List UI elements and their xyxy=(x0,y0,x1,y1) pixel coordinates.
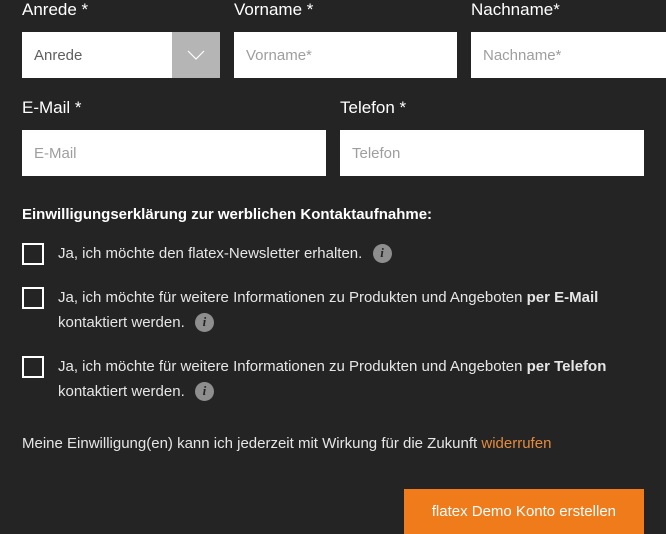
chevron-down-icon xyxy=(172,32,220,78)
info-icon[interactable]: i xyxy=(195,382,214,401)
consent-text-email: Ja, ich möchte für weitere Informationen… xyxy=(58,285,644,336)
label-anrede: Anrede * xyxy=(22,0,220,20)
select-anrede-value: Anrede xyxy=(22,32,172,78)
info-icon[interactable]: i xyxy=(373,244,392,263)
label-telefon: Telefon * xyxy=(340,98,644,118)
label-nachname: Nachname* xyxy=(471,0,666,20)
field-anrede: Anrede * Anrede xyxy=(22,0,220,78)
checkbox-email-info[interactable] xyxy=(22,287,44,309)
select-anrede[interactable]: Anrede xyxy=(22,32,220,78)
label-vorname: Vorname * xyxy=(234,0,457,20)
consent-text-email-bold: per E-Mail xyxy=(527,289,599,306)
consent-text-email-pre: Ja, ich möchte für weitere Informationen… xyxy=(58,289,527,306)
submit-row: flatex Demo Konto erstellen xyxy=(22,489,644,534)
checkbox-phone-info[interactable] xyxy=(22,356,44,378)
checkbox-newsletter[interactable] xyxy=(22,243,44,265)
consent-text-phone-pre: Ja, ich möchte für weitere Informationen… xyxy=(58,358,527,375)
revoke-text-span: Meine Einwilligung(en) kann ich jederzei… xyxy=(22,435,481,452)
consent-heading: Einwilligungserklärung zur werblichen Ko… xyxy=(22,206,644,223)
consent-row-newsletter: Ja, ich möchte den flatex-Newsletter erh… xyxy=(22,241,644,267)
consent-text-newsletter-span: Ja, ich möchte den flatex-Newsletter erh… xyxy=(58,245,362,262)
input-telefon[interactable] xyxy=(340,130,644,176)
consent-text-newsletter: Ja, ich möchte den flatex-Newsletter erh… xyxy=(58,241,392,267)
field-vorname: Vorname * xyxy=(234,0,457,78)
field-nachname: Nachname* xyxy=(471,0,666,78)
consent-row-email: Ja, ich möchte für weitere Informationen… xyxy=(22,285,644,336)
label-email: E-Mail * xyxy=(22,98,326,118)
input-nachname[interactable] xyxy=(471,32,666,78)
consent-text-email-post: kontaktiert werden. xyxy=(58,314,185,331)
input-vorname[interactable] xyxy=(234,32,457,78)
info-icon[interactable]: i xyxy=(195,313,214,332)
submit-button[interactable]: flatex Demo Konto erstellen xyxy=(404,489,644,534)
revoke-text: Meine Einwilligung(en) kann ich jederzei… xyxy=(22,433,644,456)
revoke-link[interactable]: widerrufen xyxy=(481,435,551,452)
consent-text-phone-bold: per Telefon xyxy=(527,358,607,375)
consent-row-phone: Ja, ich möchte für weitere Informationen… xyxy=(22,354,644,405)
input-email[interactable] xyxy=(22,130,326,176)
consent-text-phone-post: kontaktiert werden. xyxy=(58,383,185,400)
field-telefon: Telefon * xyxy=(340,98,644,176)
field-email: E-Mail * xyxy=(22,98,326,176)
consent-text-phone: Ja, ich möchte für weitere Informationen… xyxy=(58,354,644,405)
